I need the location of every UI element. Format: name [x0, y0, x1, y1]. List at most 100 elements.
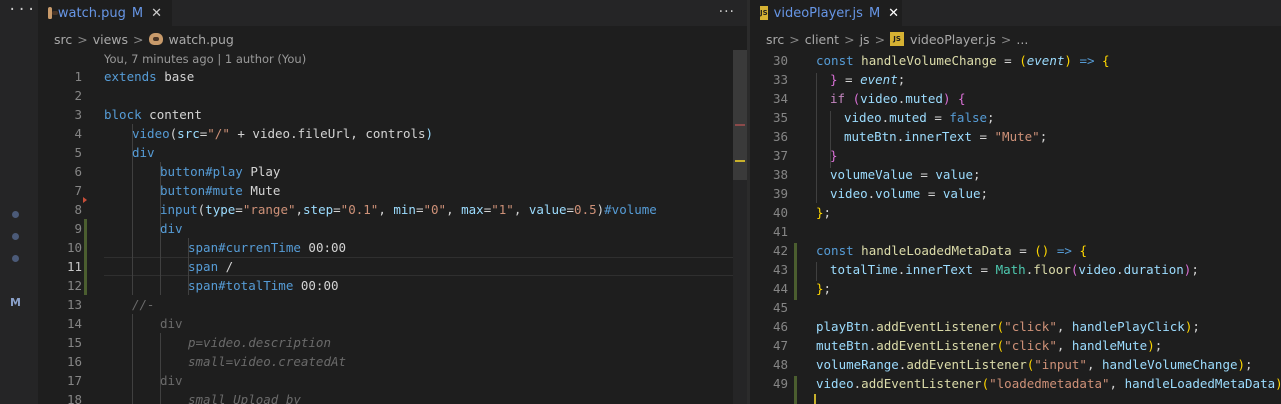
code-line[interactable]: 16 small=video.createdAt [38, 352, 747, 371]
code-token: muteBtn [844, 129, 897, 144]
code-line[interactable]: 17 div [38, 371, 747, 390]
code-line[interactable]: 44}; [750, 279, 1281, 298]
code-line[interactable]: 12 span#totalTime 00:00 [38, 276, 747, 295]
code-token: Math [995, 262, 1026, 277]
breadcrumb-item[interactable]: views [93, 32, 128, 47]
code-token: floor [1033, 262, 1071, 277]
code-line[interactable]: 7 button#mute Mute [38, 181, 747, 200]
breadcrumb-item[interactable]: js [860, 32, 870, 47]
code-token: if [830, 91, 846, 106]
code-token: ; [823, 281, 832, 296]
breadcrumb-item[interactable]: client [805, 32, 839, 47]
code-line[interactable]: 33} = event; [750, 70, 1281, 89]
code-token: handleVolumeChange [1102, 357, 1238, 372]
code-line[interactable]: 47 muteBtn.addEventListener("click", hand… [750, 336, 1281, 355]
code-line[interactable]: 30 const handleVolumeChange = (event) => … [750, 51, 1281, 70]
editor-pane-left: watch.pug M ✕ ··· src > views > watch.pu… [38, 0, 747, 404]
code-line[interactable]: 46 playBtn.addEventListener("click", hand… [750, 317, 1281, 336]
scroll-marker [735, 124, 745, 126]
extension-dot-icon[interactable] [12, 233, 19, 240]
code-line[interactable]: 43 totalTime.innerText = Math.floor(video… [750, 260, 1281, 279]
editor-more-actions-icon[interactable]: ··· [719, 4, 735, 20]
code-line[interactable]: 5 div [38, 143, 747, 162]
line-number: 39 [772, 186, 788, 201]
code-line[interactable]: 48 volumeRange.addEventListener("input", … [750, 355, 1281, 374]
code-line[interactable]: 37} [750, 146, 1281, 165]
vertical-scrollbar[interactable] [733, 50, 747, 404]
code-line[interactable]: 34 if (video.muted) { [750, 89, 1281, 108]
code-line[interactable]: 38 volumeValue = value; [750, 165, 1281, 184]
scroll-marker [735, 160, 745, 162]
code-line[interactable]: 39 video.volume = value; [750, 184, 1281, 203]
code-line[interactable]: 1 extends base [38, 67, 747, 86]
code-line[interactable]: 15 p=video.description [38, 333, 747, 352]
code-token: { [1102, 53, 1110, 68]
code-token: block [104, 107, 142, 122]
code-line[interactable]: 42 const handleLoadedMetaData = () => { [750, 241, 1281, 260]
breadcrumb-item[interactable]: src [54, 32, 72, 47]
code-token: const [816, 53, 854, 68]
code-line[interactable]: 6 button#play Play [38, 162, 747, 181]
code-token: + video.fileUrl, [229, 126, 366, 141]
code-token: ; [1192, 319, 1200, 334]
code-token: , [1109, 376, 1125, 391]
code-line[interactable]: 10 span#currenTime 00:00 [38, 238, 747, 257]
line-number: 8 [74, 202, 82, 217]
code-token: . [1116, 262, 1124, 277]
more-actions-icon[interactable]: ··· [8, 2, 36, 18]
breadcrumb-item[interactable]: videoPlayer.js [910, 32, 996, 47]
code-line[interactable]: 4 video(src="/" + video.fileUrl, controls… [38, 124, 747, 143]
breadcrumb-item[interactable]: watch.pug [169, 32, 234, 47]
line-number: 2 [74, 88, 82, 103]
code-token: ) [1275, 376, 1281, 391]
code-line[interactable]: 9 div [38, 219, 747, 238]
code-token: content [141, 107, 202, 122]
tab-videoplayer-js[interactable]: JS videoPlayer.js M ✕ [750, 0, 902, 26]
line-number: 7 [74, 183, 82, 198]
code-token: "1" [491, 202, 514, 217]
code-line[interactable]: 8 input(type="range",step="0.1", min="0",… [38, 200, 747, 219]
code-token: src [177, 126, 200, 141]
code-line[interactable]: 18 small Upload by [38, 390, 747, 404]
code-line[interactable]: 14 div [38, 314, 747, 333]
breadcrumb-item[interactable]: ... [1016, 32, 1028, 47]
chevron-right-icon: > [844, 31, 855, 47]
code-token: , [1056, 338, 1072, 353]
breadcrumb-item[interactable]: src [766, 32, 784, 47]
code-line[interactable]: 13 //- [38, 295, 747, 314]
close-tab-icon[interactable]: ✕ [888, 6, 899, 21]
extension-dot-icon[interactable] [12, 255, 19, 262]
tab-watch-pug[interactable]: watch.pug M ✕ [38, 0, 172, 26]
code-line[interactable]: 40}; [750, 203, 1281, 222]
code-token: , [1086, 357, 1103, 372]
code-token: = [912, 167, 936, 182]
code-token: addEventListener [876, 338, 997, 353]
code-line[interactable]: 49 video.addEventListener("loadedmetadata… [750, 374, 1281, 393]
code-token: span#currenTime [188, 240, 301, 255]
extension-dot-icon[interactable] [12, 211, 19, 218]
code-token: = [926, 110, 950, 125]
code-line[interactable]: 3 block content [38, 105, 747, 124]
code-token: { [1079, 243, 1087, 258]
code-token: "click" [1004, 319, 1057, 334]
code-line[interactable]: 36 muteBtn.innerText = "Mute"; [750, 127, 1281, 146]
code-line[interactable]: 2 [38, 86, 747, 105]
code-token: value [528, 202, 567, 217]
code-line[interactable]: 41 [750, 222, 1281, 241]
chevron-right-icon: > [789, 31, 800, 47]
code-token: ; [1191, 262, 1199, 277]
code-token: video [830, 186, 868, 201]
codelens-blame[interactable]: You, 7 minutes ago | 1 author (You) [104, 52, 306, 66]
code-line[interactable]: 45 [750, 298, 1281, 317]
code-token: "0" [423, 202, 447, 217]
tab-bar: watch.pug M ✕ ··· [38, 0, 747, 26]
code-line[interactable]: 11 span / [38, 257, 747, 276]
code-token: "click" [1004, 338, 1057, 353]
line-number: 11 [66, 259, 82, 274]
code-token: , [1056, 319, 1072, 334]
code-token: "0.1" [340, 202, 379, 217]
close-tab-icon[interactable]: ✕ [151, 6, 162, 21]
code-line[interactable]: 35 video.muted = false; [750, 108, 1281, 127]
code-token: div [132, 145, 155, 160]
